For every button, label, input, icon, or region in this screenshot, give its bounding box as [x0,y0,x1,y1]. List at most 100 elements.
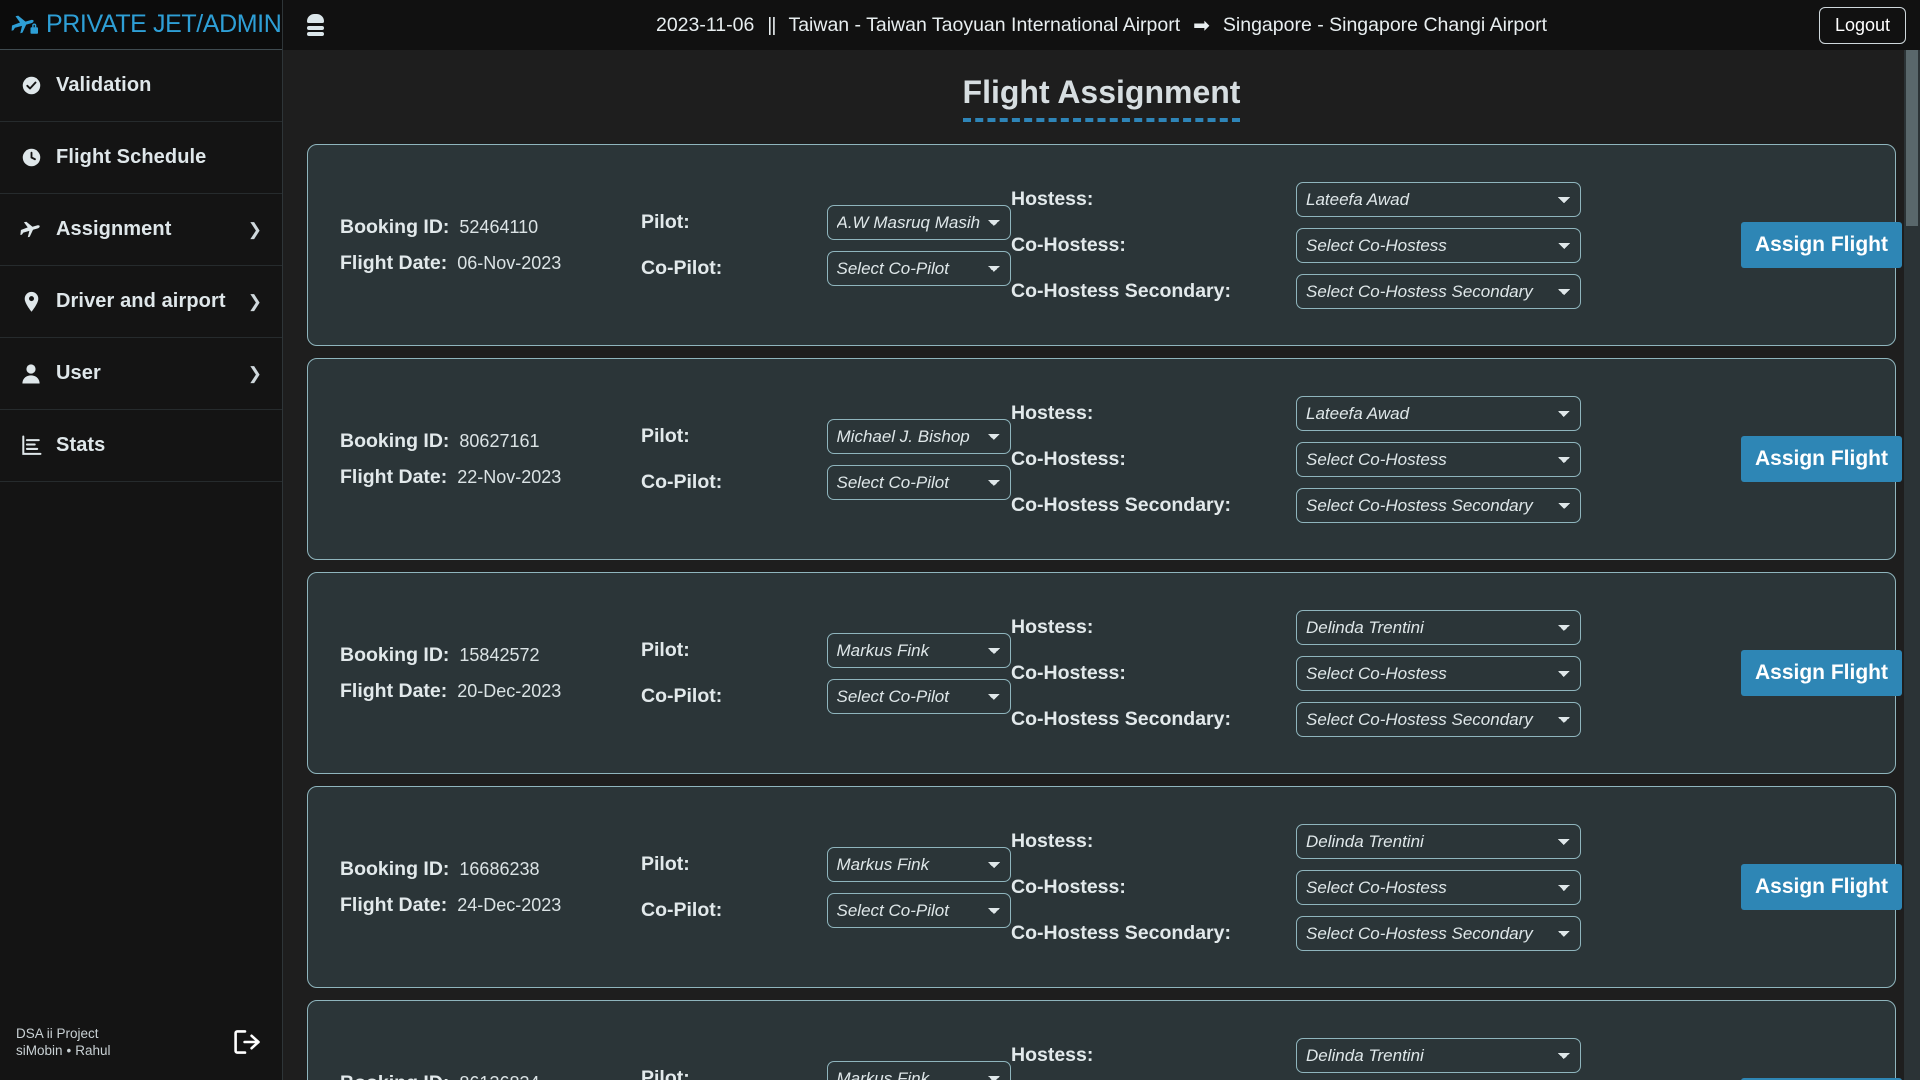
flight-date-row: Flight Date: 06-Nov-2023 [340,252,641,275]
flight-date-value: 24-Dec-2023 [457,894,562,915]
hostess-select[interactable]: Delinda TrentiniSelect Hostess [1296,1037,1581,1073]
sidebar-item-label: Flight Schedule [56,146,207,168]
sidebar-item-stats[interactable]: Stats [0,410,282,482]
co-pilot-select[interactable]: Select Co-Pilot [826,892,1011,928]
crew-column: Hostess: Lateefa AwadSelect Hostess Co-H… [1011,171,1713,320]
pilot-column: Pilot: Markus FinkSelect Pilot Co-Pilot:… [641,836,1011,939]
sidebar-item-driver-and-airport[interactable]: Driver and airport ❯ [0,266,282,338]
hostess-label: Hostess: [1011,829,1094,852]
assign-button-slot: Assign Flight [1713,650,1902,696]
co-hostess-row: Co-Hostess: Select Co-Hostess [1011,441,1713,477]
sidebar-item-user[interactable]: User ❯ [0,338,282,410]
booking-id-row: Booking ID: 86136834 [340,1072,641,1080]
assign-button-slot: Assign Flight [1713,436,1902,482]
hostess-select[interactable]: Lateefa AwadSelect Hostess [1296,181,1581,217]
co-pilot-row: Co-Pilot: Select Co-Pilot [641,464,1011,500]
hostess-label: Hostess: [1011,187,1094,210]
hamburger-bar-top [307,14,324,23]
co-pilot-row: Co-Pilot: Select Co-Pilot [641,250,1011,286]
co-pilot-select[interactable]: Select Co-Pilot [826,250,1011,286]
co-pilot-label: Co-Pilot: [641,256,723,279]
pilot-row: Pilot: Markus FinkSelect Pilot [641,1060,1011,1080]
crew-column: Hostess: Delinda TrentiniSelect Hostess … [1011,599,1713,748]
pilot-select[interactable]: Michael J. BishopSelect Pilot [826,418,1011,454]
booking-id-label: Booking ID: [340,643,450,666]
logout-icon[interactable] [232,1028,262,1056]
co-pilot-select[interactable]: Select Co-Pilot [826,678,1011,714]
sidebar-item-validation[interactable]: Validation [0,50,282,122]
bar-chart-icon [20,435,42,456]
co-hostess-label: Co-Hostess: [1011,661,1126,684]
assign-button-slot: Assign Flight [1713,864,1902,910]
co-hostess-secondary-label: Co-Hostess Secondary: [1011,493,1231,516]
brand-logo[interactable]: PRIVATE JET/ADMIN [0,0,282,50]
footer-separator: • [66,1043,72,1059]
flight-date-value: 20-Dec-2023 [457,680,562,701]
co-hostess-secondary-row: Co-Hostess Secondary: Select Co-Hostess … [1011,487,1713,523]
hostess-select[interactable]: Lateefa AwadSelect Hostess [1296,395,1581,431]
booking-id-label: Booking ID: [340,215,450,238]
co-pilot-label: Co-Pilot: [641,684,723,707]
pilot-select[interactable]: A.W Masruq MasihSelect Pilot [826,204,1011,240]
co-hostess-secondary-select[interactable]: Select Co-Hostess Secondary [1296,701,1581,737]
hamburger-icon[interactable] [307,14,324,36]
main-area: 2023-11-06 || Taiwan - Taiwan Taoyuan In… [283,0,1920,1080]
booking-id-label: Booking ID: [340,857,450,880]
booking-info-column: Booking ID: 15842572 Flight Date: 20-Dec… [326,631,641,716]
co-hostess-secondary-select[interactable]: Select Co-Hostess Secondary [1296,273,1581,309]
hamburger-bar-bottom [307,32,324,36]
co-hostess-secondary-label: Co-Hostess Secondary: [1011,707,1231,730]
co-hostess-secondary-select[interactable]: Select Co-Hostess Secondary [1296,915,1581,951]
hostess-row: Hostess: Lateefa AwadSelect Hostess [1011,181,1713,217]
logout-button[interactable]: Logout [1818,6,1906,44]
pilot-label: Pilot: [641,210,690,233]
sidebar-item-assignment[interactable]: Assignment ❯ [0,194,282,266]
chevron-right-icon[interactable]: ❯ [248,221,262,238]
flight-date-label: Flight Date: [340,679,448,702]
route-destination: Singapore - Singapore Changi Airport [1222,13,1548,36]
flight-date-row: Flight Date: 20-Dec-2023 [340,680,641,703]
booking-info-column: Booking ID: 16686238 Flight Date: 24-Dec… [326,845,641,930]
co-hostess-label: Co-Hostess: [1011,875,1126,898]
chevron-right-icon[interactable]: ❯ [248,365,262,382]
co-hostess-label: Co-Hostess: [1011,447,1126,470]
co-hostess-secondary-row: Co-Hostess Secondary: Select Co-Hostess … [1011,273,1713,309]
pilot-column: Pilot: Michael J. BishopSelect Pilot Co-… [641,408,1011,511]
pilot-select[interactable]: Markus FinkSelect Pilot [826,1060,1011,1080]
booking-id-label: Booking ID: [340,429,450,452]
chevron-right-icon[interactable]: ❯ [248,293,262,310]
co-hostess-row: Co-Hostess: Select Co-Hostess [1011,655,1713,691]
co-hostess-select[interactable]: Select Co-Hostess [1296,441,1581,477]
route-origin: Taiwan - Taiwan Taoyuan International Ai… [788,13,1181,36]
hostess-select[interactable]: Delinda TrentiniSelect Hostess [1296,609,1581,645]
assign-flight-button[interactable]: Assign Flight [1741,864,1902,910]
pilot-select[interactable]: Markus FinkSelect Pilot [826,846,1011,882]
booking-id-value: 15842572 [459,644,540,665]
vertical-scrollbar[interactable] [1904,50,1920,1080]
assign-flight-button[interactable]: Assign Flight [1741,436,1902,482]
co-hostess-select[interactable]: Select Co-Hostess [1296,227,1581,263]
hostess-row: Hostess: Delinda TrentiniSelect Hostess [1011,823,1713,859]
sidebar-item-flight-schedule[interactable]: Flight Schedule [0,122,282,194]
assign-flight-button[interactable]: Assign Flight [1741,222,1902,268]
assignment-card: Booking ID: 16686238 Flight Date: 24-Dec… [307,786,1902,988]
hostess-label: Hostess: [1011,1043,1094,1066]
co-hostess-select[interactable]: Select Co-Hostess [1296,869,1581,905]
content-scroll-region[interactable]: Flight Assignment Booking ID: 52464110 F… [283,50,1920,1080]
assign-flight-button[interactable]: Assign Flight [1741,650,1902,696]
pilot-column: Pilot: Markus FinkSelect Pilot Co-Pilot:… [641,622,1011,725]
hostess-select[interactable]: Delinda TrentiniSelect Hostess [1296,823,1581,859]
hostess-row: Hostess: Delinda TrentiniSelect Hostess [1011,1037,1713,1073]
app-root: PRIVATE JET/ADMIN Validation Flight Sche… [0,0,1920,1080]
arrow-right-icon: ➡ [1193,14,1210,37]
check-circle-icon [20,75,42,96]
co-pilot-select[interactable]: Select Co-Pilot [826,464,1011,500]
co-hostess-select[interactable]: Select Co-Hostess [1296,655,1581,691]
pilot-row: Pilot: A.W Masruq MasihSelect Pilot [641,204,1011,240]
sidebar-item-label: Stats [56,434,106,456]
booking-id-row: Booking ID: 52464110 [340,216,641,239]
booking-info-column: Booking ID: 80627161 Flight Date: 22-Nov… [326,417,641,502]
co-hostess-secondary-select[interactable]: Select Co-Hostess Secondary [1296,487,1581,523]
scrollbar-thumb[interactable] [1906,50,1918,226]
pilot-select[interactable]: Markus FinkSelect Pilot [826,632,1011,668]
